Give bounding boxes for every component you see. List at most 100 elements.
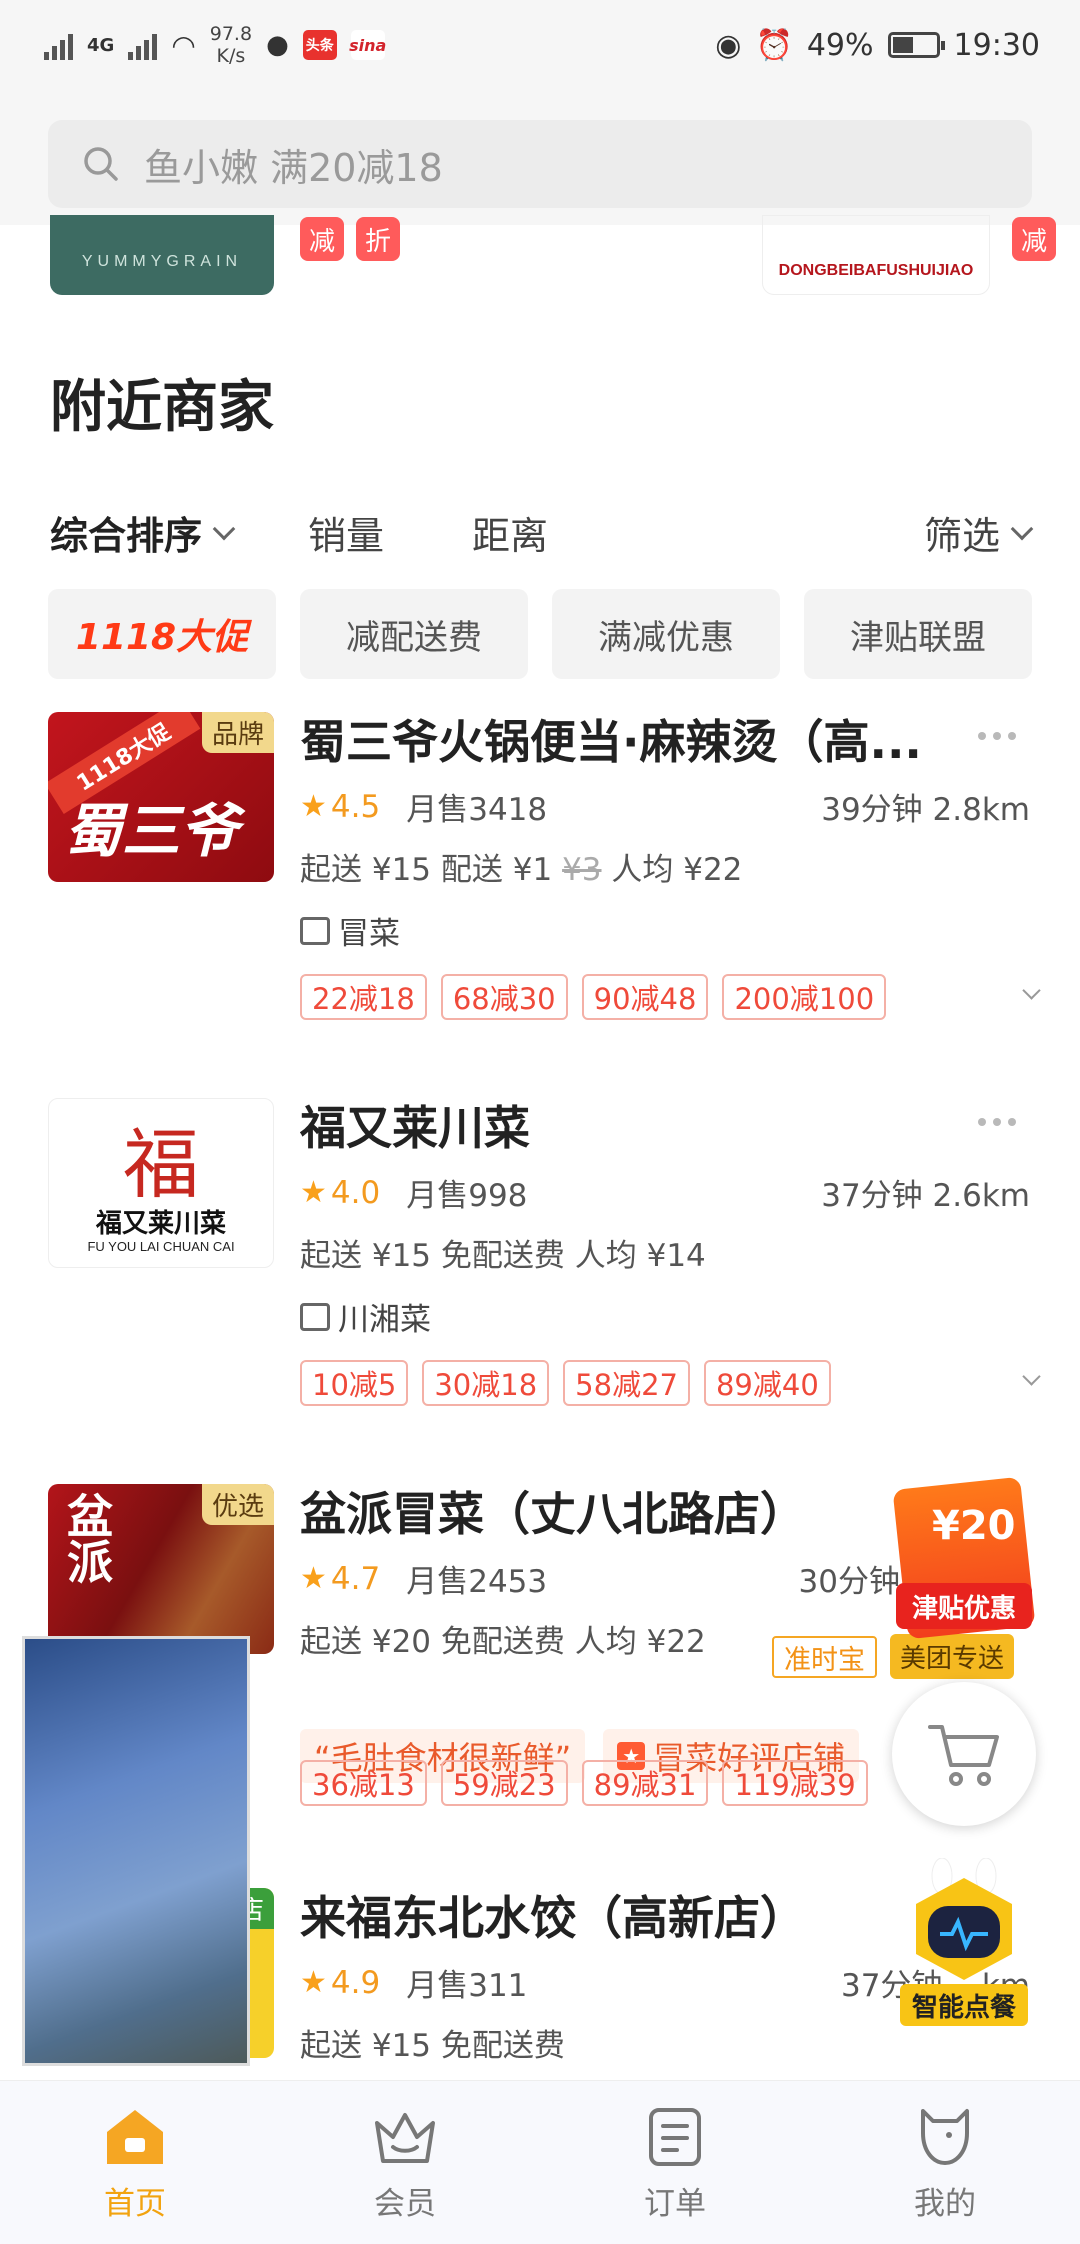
rating: 4.7 bbox=[330, 1560, 381, 1597]
select-badge: 优选 bbox=[201, 1484, 274, 1525]
discount-list: 22减18 68减30 90减48 200减100 bbox=[300, 974, 887, 1020]
filter-chips: 1118大促 减配送费 满减优惠 津贴联盟 bbox=[48, 589, 1032, 679]
discount-list: 36减13 59减23 89减31 119减39 bbox=[300, 1760, 868, 1806]
sort-distance[interactable]: 距离 bbox=[472, 505, 548, 560]
app-root: 4G ◠ 97.8 K/s ● 头条 sina ◉ ⏰ 49% 19:30 鱼小嫩… bbox=[0, 0, 1080, 2244]
time-distance: 30分钟 bbox=[798, 1564, 900, 1600]
net-speed: 97.8 K/s bbox=[209, 23, 253, 67]
store-name: 福又莱川菜 bbox=[300, 1101, 530, 1155]
time-distance: 37分钟 2.6km bbox=[821, 1178, 1030, 1214]
category: 冒菜 bbox=[300, 908, 400, 953]
tab-member[interactable]: 会员 bbox=[270, 2081, 540, 2244]
brand-badge: 品牌 bbox=[201, 712, 274, 753]
status-bar: 4G ◠ 97.8 K/s ● 头条 sina ◉ ⏰ 49% 19:30 bbox=[0, 0, 1080, 90]
subsidy-float[interactable]: ¥20 津贴优惠 bbox=[892, 1476, 1036, 1655]
profile-icon bbox=[910, 2102, 980, 2172]
store-name: 盆派冒菜（丈八北路店） bbox=[300, 1487, 806, 1541]
filter-button[interactable]: 筛选 bbox=[924, 505, 1034, 560]
search-bar-container: 鱼小嫩 满20减18 bbox=[0, 90, 1080, 225]
store-thumbnail: 盆派 优选 bbox=[48, 1484, 274, 1654]
discount-tag: 58减27 bbox=[563, 1360, 690, 1406]
rating: 4.0 bbox=[330, 1174, 381, 1211]
alarm-icon: ⏰ bbox=[755, 27, 793, 63]
thumb-subtext: FU YOU LAI CHUAN CAI bbox=[87, 1239, 235, 1254]
chevron-down-icon bbox=[1010, 517, 1034, 540]
monthly-sales: 月售311 bbox=[406, 1968, 528, 2004]
store-card[interactable]: 1118大促 蜀三爷 品牌 蜀三爷火锅便当·麻辣烫（高... ★ 4.5 月售341… bbox=[0, 712, 1080, 1092]
star-icon: ★ bbox=[300, 1965, 327, 2000]
search-input[interactable]: 鱼小嫩 满20减18 bbox=[48, 120, 1032, 208]
network-type: 4G bbox=[87, 34, 115, 56]
discount-tag: 36减13 bbox=[300, 1760, 427, 1806]
shop-icon bbox=[300, 916, 330, 945]
home-icon bbox=[100, 2102, 170, 2172]
monthly-sales: 月售998 bbox=[406, 1178, 528, 1214]
sort-sales[interactable]: 销量 bbox=[308, 505, 384, 560]
yummygrain-logo[interactable]: YUMMYGRAIN bbox=[50, 215, 274, 295]
sina-icon: sina bbox=[349, 30, 386, 60]
smart-order-button[interactable]: 智能点餐 bbox=[896, 1857, 1032, 2028]
thumb-text: 盆派 bbox=[60, 1492, 114, 1584]
cart-button[interactable] bbox=[892, 1682, 1036, 1826]
tab-orders[interactable]: 订单 bbox=[540, 2081, 810, 2244]
signal-icon-2 bbox=[128, 30, 158, 60]
subsidy-label: 津贴优惠 bbox=[896, 1583, 1032, 1629]
star-icon: ★ bbox=[300, 789, 327, 824]
eye-icon: ◉ bbox=[715, 27, 742, 63]
discount-tag: 30减18 bbox=[422, 1360, 550, 1406]
smart-order-label: 智能点餐 bbox=[900, 1984, 1028, 2026]
expand-icon[interactable] bbox=[1022, 981, 1041, 1000]
clock: 19:30 bbox=[953, 27, 1040, 63]
thumb-text: 福又莱川菜 bbox=[95, 1209, 226, 1239]
chip-promo[interactable]: 1118大促 bbox=[48, 589, 276, 679]
delivery-info: 起送 ¥20 免配送费 人均 ¥22 bbox=[300, 1624, 706, 1660]
section-title: 附近商家 bbox=[50, 375, 274, 440]
more-icon[interactable] bbox=[978, 732, 1016, 740]
store-card[interactable]: 福 福又莱川菜 FU YOU LAI CHUAN CAI 福又莱川菜 ★ 4.0 月… bbox=[0, 1098, 1080, 1478]
discount-tag: 10减5 bbox=[300, 1360, 409, 1406]
store-name: 蜀三爷火锅便当·麻辣烫（高... bbox=[300, 715, 922, 769]
store-name: 来福东北水饺（高新店） bbox=[300, 1891, 806, 1945]
delivery-info: 起送 ¥15 免配送费 bbox=[300, 2028, 565, 2064]
dongbei-logo[interactable]: DONGBEIBAFUSHUIJIAO bbox=[762, 215, 990, 295]
sort-bar: 综合排序 销量 距离 筛选 bbox=[50, 505, 1034, 560]
floating-video[interactable] bbox=[22, 1636, 250, 2066]
discount-tag: 89减31 bbox=[581, 1760, 709, 1806]
subsidy-amount: ¥20 bbox=[932, 1503, 1016, 1549]
store-thumbnail: 福 福又莱川菜 FU YOU LAI CHUAN CAI bbox=[48, 1098, 274, 1268]
chip-discount[interactable]: 满减优惠 bbox=[552, 589, 780, 679]
cart-icon bbox=[928, 1725, 999, 1786]
chevron-down-icon bbox=[212, 517, 236, 540]
discount-tag: 200减100 bbox=[722, 974, 887, 1020]
rating: 4.5 bbox=[330, 788, 381, 825]
delivery-info: 起送 ¥15 配送 ¥1 ¥3 人均 ¥22 bbox=[300, 852, 743, 888]
bottom-tab-bar: 首页 会员 订单 我的 bbox=[0, 2080, 1080, 2244]
chip-subsidy[interactable]: 津贴联盟 bbox=[804, 589, 1032, 679]
star-icon: ★ bbox=[300, 1175, 327, 1210]
search-icon bbox=[84, 147, 118, 181]
chip-reduce-delivery[interactable]: 减配送费 bbox=[300, 589, 528, 679]
discount-tag: 22减18 bbox=[300, 974, 427, 1020]
tab-mine[interactable]: 我的 bbox=[810, 2081, 1080, 2244]
discount-tag: 68减30 bbox=[440, 974, 568, 1020]
expand-icon[interactable] bbox=[1022, 1367, 1041, 1386]
discount-tag: 减 bbox=[300, 217, 344, 261]
discount-tag: 59减23 bbox=[440, 1760, 568, 1806]
shop-icon bbox=[300, 1302, 330, 1331]
crown-icon bbox=[370, 2102, 440, 2172]
signal-icon bbox=[44, 30, 73, 60]
wifi-icon: ◠ bbox=[171, 28, 196, 62]
category: 川湘菜 bbox=[300, 1294, 431, 1339]
sort-comprehensive[interactable]: 综合排序 bbox=[50, 505, 236, 560]
toutiao-icon: 头条 bbox=[302, 30, 337, 60]
monthly-sales: 月售3418 bbox=[406, 792, 548, 828]
order-icon bbox=[640, 2102, 710, 2172]
store-thumbnail: 1118大促 蜀三爷 品牌 bbox=[48, 712, 274, 882]
discount-tag: 89减40 bbox=[703, 1360, 831, 1406]
discount-tag: 119减39 bbox=[722, 1760, 868, 1806]
tab-home[interactable]: 首页 bbox=[0, 2081, 270, 2244]
discount-tag: 折 bbox=[356, 217, 400, 261]
delivery-info: 起送 ¥15 免配送费 人均 ¥14 bbox=[300, 1238, 706, 1274]
discount-tag: 90减48 bbox=[581, 974, 709, 1020]
more-icon[interactable] bbox=[978, 1118, 1016, 1126]
